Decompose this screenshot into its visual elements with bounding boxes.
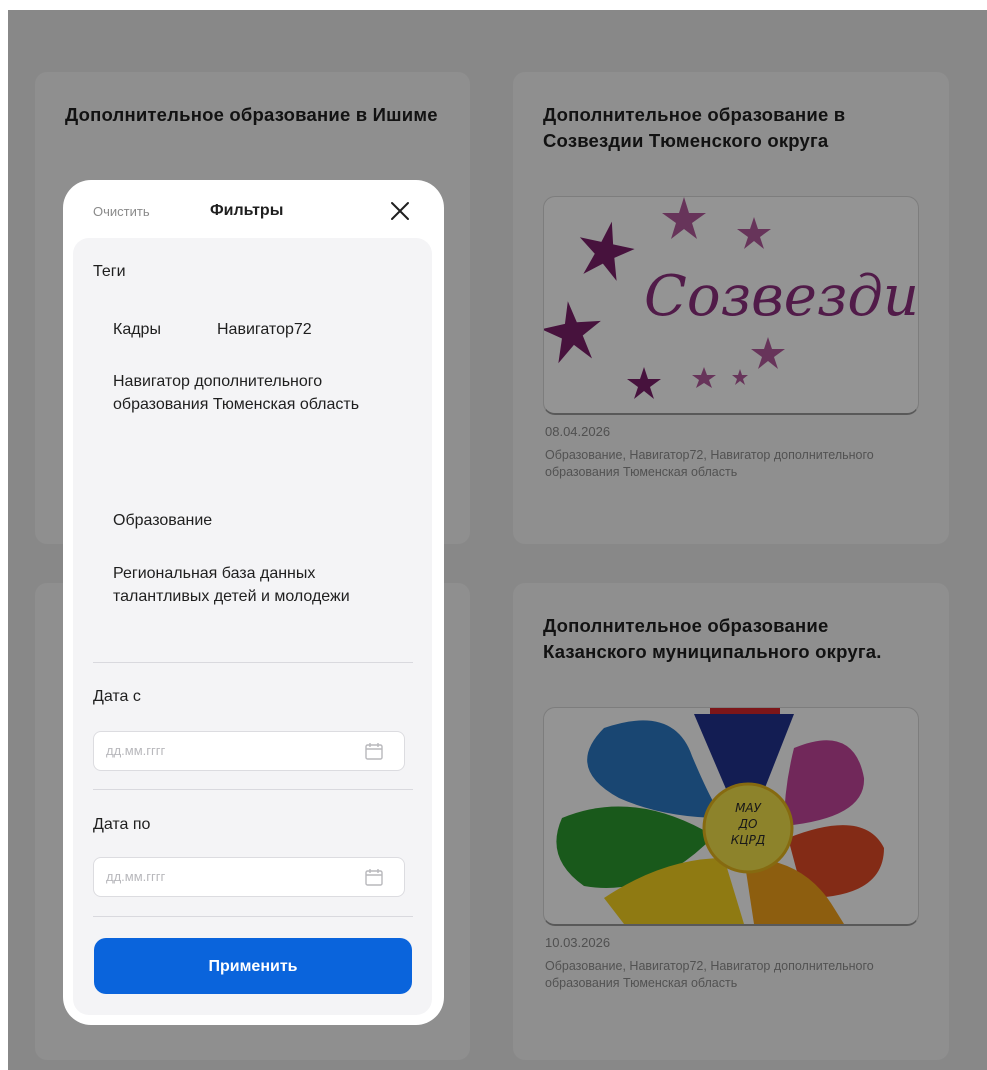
date-placeholder: дд.мм.гггг	[106, 869, 166, 884]
tag-item[interactable]: Навигатор дополнительного образования Тю…	[113, 370, 373, 416]
tag-item[interactable]: Кадры	[113, 318, 161, 341]
filter-modal: Очистить Фильтры Теги Кадры Навигатор72 …	[63, 180, 444, 1025]
section-divider	[93, 662, 413, 663]
tag-item[interactable]: Навигатор72	[217, 318, 312, 341]
apply-button-label: Применить	[208, 958, 298, 975]
date-to-label: Дата по	[93, 816, 151, 833]
filter-modal-header: Очистить Фильтры	[63, 180, 444, 238]
date-from-input[interactable]: дд.мм.гггг	[93, 731, 405, 771]
date-to-input[interactable]: дд.мм.гггг	[93, 857, 405, 897]
tag-item[interactable]: Региональная база данных талантливых дет…	[113, 562, 388, 608]
clear-filters-button[interactable]: Очистить	[93, 204, 150, 219]
tag-item[interactable]: Образование	[113, 509, 212, 532]
close-icon[interactable]	[389, 200, 411, 222]
tags-section-label: Теги	[93, 263, 126, 280]
section-divider	[93, 789, 413, 790]
calendar-icon[interactable]	[364, 867, 384, 887]
apply-filters-button[interactable]: Применить	[94, 938, 412, 994]
page-background: Дополнительное образование в Ишиме Допол…	[8, 10, 987, 1070]
calendar-icon[interactable]	[364, 741, 384, 761]
section-divider	[93, 916, 413, 917]
filter-modal-body: Теги Кадры Навигатор72 Навигатор дополни…	[73, 238, 432, 1015]
filter-modal-title: Фильтры	[210, 202, 284, 219]
date-placeholder: дд.мм.гггг	[106, 743, 166, 758]
date-from-label: Дата с	[93, 688, 141, 705]
